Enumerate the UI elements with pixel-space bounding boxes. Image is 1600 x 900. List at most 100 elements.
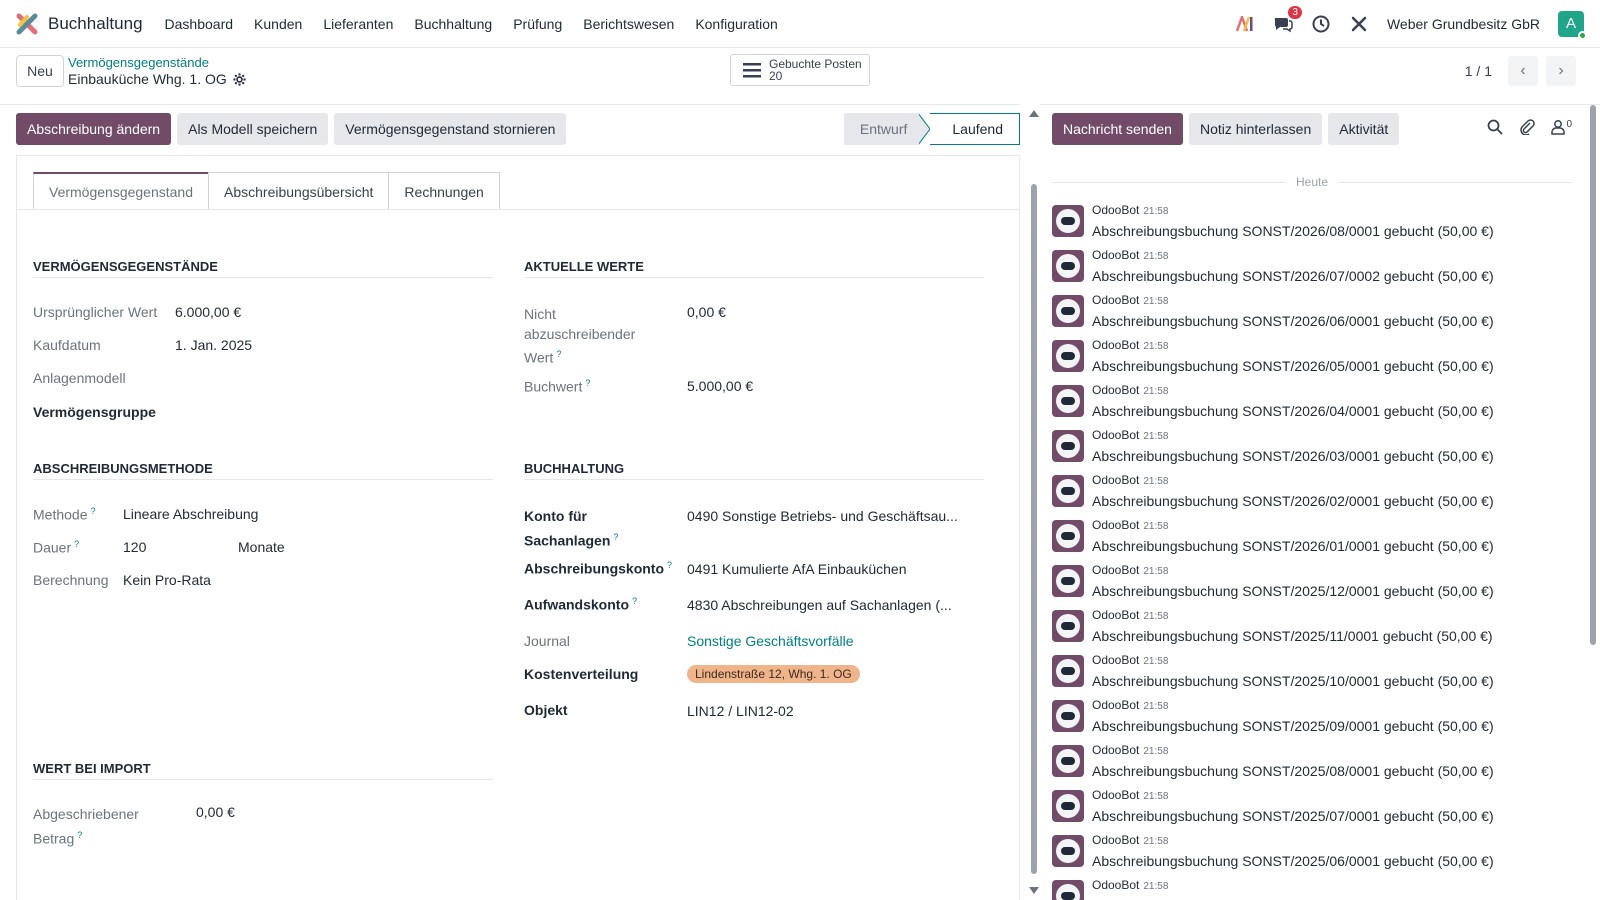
message-author[interactable]: OdooBot (1092, 743, 1139, 757)
odoobot-avatar[interactable] (1052, 205, 1084, 237)
odoobot-avatar[interactable] (1052, 700, 1084, 732)
tab-depreciation-board[interactable]: Abschreibungsübersicht (208, 172, 390, 210)
fixed-asset-account-field[interactable]: 0490 Sonstige Betriebs- und Geschäftsau.… (687, 508, 958, 524)
odoobot-avatar[interactable] (1052, 340, 1084, 372)
duration-field[interactable]: 120 (123, 539, 146, 555)
send-message-button[interactable]: Nachricht senden (1052, 113, 1183, 145)
tools-icon[interactable] (1349, 14, 1369, 34)
depreciation-account-field[interactable]: 0491 Kumulierte AfA Einbauküchen (687, 561, 907, 577)
log-note-button[interactable]: Notiz hinterlassen (1188, 113, 1323, 145)
menu-pruefung[interactable]: Prüfung (513, 16, 562, 32)
help-icon[interactable]: ? (632, 596, 637, 606)
cancel-asset-button[interactable]: Vermögensgegenstand stornieren (334, 113, 567, 145)
odoobot-avatar[interactable] (1052, 475, 1084, 507)
message-author[interactable]: OdooBot (1092, 878, 1139, 892)
save-as-model-button[interactable]: Als Modell speichern (177, 113, 329, 145)
message-author[interactable]: OdooBot (1092, 473, 1139, 487)
odoobot-avatar[interactable] (1052, 745, 1084, 777)
computation-field[interactable]: Kein Pro-Rata (123, 572, 211, 588)
expense-account-field[interactable]: 4830 Abschreibungen auf Sachanlagen (... (687, 597, 952, 613)
message-author[interactable]: OdooBot (1092, 383, 1139, 397)
odoobot-avatar[interactable] (1052, 790, 1084, 822)
non-depreciable-value-field[interactable]: 0,00 € (687, 304, 726, 320)
message-author[interactable]: OdooBot (1092, 428, 1139, 442)
help-icon[interactable]: ? (556, 349, 561, 359)
message-author[interactable]: OdooBot (1092, 518, 1139, 532)
message-author[interactable]: OdooBot (1092, 338, 1139, 352)
menu-konfiguration[interactable]: Konfiguration (695, 16, 778, 32)
paperclip-icon[interactable] (1519, 119, 1536, 135)
message-item: OdooBot 21:58 Abschreibungsbuchung SONST/2… (1052, 248, 1572, 293)
message-author[interactable]: OdooBot (1092, 563, 1139, 577)
menu-lieferanten[interactable]: Lieferanten (323, 16, 393, 32)
scroll-up-icon[interactable] (1028, 108, 1040, 118)
form-scrollbar[interactable] (1028, 104, 1040, 900)
odoobot-avatar[interactable] (1052, 430, 1084, 462)
pager-next-icon[interactable]: › (1546, 56, 1576, 86)
message-item: OdooBot 21:58 Abschreibungsbuchung SONST/2… (1052, 293, 1572, 338)
analytic-tag[interactable]: Lindenstraße 12, Whg. 1. OG (687, 665, 860, 683)
chat-icon[interactable]: 3 (1273, 5, 1302, 34)
menu-kunden[interactable]: Kunden (254, 16, 302, 32)
ai-icon[interactable] (1235, 14, 1255, 34)
modify-depreciation-button[interactable]: Abschreibung ändern (16, 113, 172, 145)
odoobot-avatar[interactable] (1052, 295, 1084, 327)
message-author[interactable]: OdooBot (1092, 203, 1139, 217)
tab-invoices[interactable]: Rechnungen (388, 172, 500, 210)
message-author[interactable]: OdooBot (1092, 698, 1139, 712)
depreciated-amount-field[interactable]: 0,00 € (196, 804, 235, 820)
company-switcher[interactable]: Weber Grundbesitz GbR (1387, 16, 1540, 32)
new-button[interactable]: Neu (16, 55, 64, 87)
original-value-field[interactable]: 6.000,00 € (175, 304, 241, 320)
help-icon[interactable]: ? (585, 378, 590, 388)
message-author[interactable]: OdooBot (1092, 608, 1139, 622)
odoobot-avatar[interactable] (1052, 610, 1084, 642)
scroll-down-icon[interactable] (1028, 886, 1040, 896)
duration-unit-field[interactable]: Monate (238, 539, 285, 555)
help-icon[interactable]: ? (667, 560, 672, 570)
chatter-scrollbar-thumb[interactable] (1590, 105, 1596, 645)
user-avatar[interactable]: A (1558, 10, 1587, 40)
activity-button[interactable]: Aktivität (1328, 113, 1400, 145)
object-field[interactable]: LIN12 / LIN12-02 (687, 703, 794, 719)
purchase-date-field[interactable]: 1. Jan. 2025 (175, 337, 252, 353)
odoobot-avatar[interactable] (1052, 565, 1084, 597)
form-scrollbar-thumb[interactable] (1031, 184, 1037, 874)
stage-arrow-icon (918, 113, 931, 145)
help-icon[interactable]: ? (77, 830, 82, 840)
stage-draft[interactable]: Entwurf (843, 113, 920, 145)
pager-value[interactable]: 1 / 1 (1465, 63, 1492, 79)
help-icon[interactable]: ? (613, 532, 618, 542)
tab-asset[interactable]: Vermögensgegenstand (33, 172, 209, 210)
message-author[interactable]: OdooBot (1092, 653, 1139, 667)
posted-entries-smart-button[interactable]: Gebuchte Posten 20 (730, 54, 870, 86)
message-author[interactable]: OdooBot (1092, 293, 1139, 307)
odoobot-avatar[interactable] (1052, 250, 1084, 282)
help-icon[interactable]: ? (74, 539, 79, 549)
breadcrumb-parent-link[interactable]: Vermögensgegenstände (68, 55, 209, 70)
menu-dashboard[interactable]: Dashboard (165, 16, 234, 32)
search-icon[interactable] (1487, 119, 1504, 135)
app-name[interactable]: Buchhaltung (48, 14, 143, 34)
chatter-scrollbar[interactable] (1590, 105, 1596, 900)
gear-icon[interactable] (233, 72, 246, 86)
odoobot-avatar[interactable] (1052, 835, 1084, 867)
odoobot-avatar[interactable] (1052, 520, 1084, 552)
message-author[interactable]: OdooBot (1092, 833, 1139, 847)
book-value-field: 5.000,00 € (687, 378, 754, 394)
help-icon[interactable]: ? (90, 506, 95, 516)
menu-buchhaltung[interactable]: Buchhaltung (414, 16, 492, 32)
odoobot-avatar[interactable] (1052, 880, 1084, 900)
stage-running[interactable]: Laufend (930, 113, 1020, 145)
clock-icon[interactable] (1311, 14, 1331, 34)
odoobot-avatar[interactable] (1052, 385, 1084, 417)
journal-link[interactable]: Sonstige Geschäftsvorfälle (687, 633, 854, 649)
app-logo-icon[interactable] (16, 13, 38, 35)
message-author[interactable]: OdooBot (1092, 788, 1139, 802)
message-author[interactable]: OdooBot (1092, 248, 1139, 262)
pager-prev-icon[interactable]: ‹ (1508, 56, 1538, 86)
odoobot-avatar[interactable] (1052, 655, 1084, 687)
followers-button[interactable]: 0 (1551, 119, 1572, 135)
method-field[interactable]: Lineare Abschreibung (123, 506, 258, 522)
menu-berichtswesen[interactable]: Berichtswesen (583, 16, 674, 32)
